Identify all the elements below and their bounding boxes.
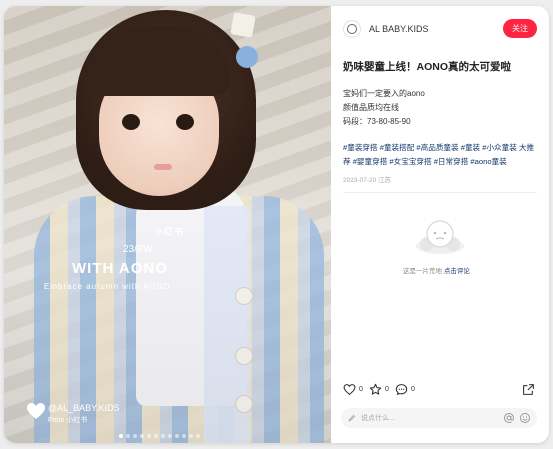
- share-icon: [523, 384, 534, 395]
- watermark-user: @AL_BABY.KIDS: [48, 403, 120, 413]
- post-date: 2023-07-20 江苏: [343, 177, 392, 184]
- overlay-season: 23/FW: [123, 244, 153, 255]
- post-title: 奶味婴童上线！AONO真的太可爱啦: [343, 61, 511, 73]
- star-icon: [369, 383, 382, 395]
- carousel-dot[interactable]: [119, 434, 123, 438]
- divider: [343, 192, 537, 193]
- author-info[interactable]: AL BABY.KIDS: [343, 20, 429, 38]
- carousel-dot[interactable]: [154, 434, 158, 438]
- carousel-dot[interactable]: [140, 434, 144, 438]
- overlay-subline: Embrace autumn with AONO: [44, 282, 171, 291]
- click-to-comment-link[interactable]: 点击评论: [444, 268, 470, 275]
- carousel-dot[interactable]: [133, 434, 137, 438]
- carousel-dot[interactable]: [147, 434, 151, 438]
- note-image[interactable]: 小红书 23/FW WITH AONO Embrace autumn with …: [4, 6, 331, 443]
- carousel-dot[interactable]: [161, 434, 165, 438]
- emoji-icon[interactable]: [519, 412, 531, 424]
- carousel-dot[interactable]: [175, 434, 179, 438]
- collect-count: 0: [385, 386, 389, 393]
- author-name[interactable]: AL BABY.KIDS: [369, 24, 429, 34]
- comment-input[interactable]: 说点什么...: [341, 408, 537, 428]
- empty-comments-text: 这是一片荒地 点击评论: [403, 265, 470, 275]
- mention-icon[interactable]: [503, 412, 515, 424]
- carousel-dot[interactable]: [196, 434, 200, 438]
- comment-icon: [395, 384, 408, 395]
- carousel-indicator[interactable]: [119, 434, 200, 438]
- engagement-bar: 0 0 0: [343, 383, 539, 399]
- xiaohongshu-logo-icon: [27, 403, 45, 419]
- share-button[interactable]: [522, 383, 535, 396]
- comment-count: 0: [411, 386, 415, 393]
- overlay-headline: WITH AONO: [72, 260, 168, 277]
- comment-button[interactable]: 0: [395, 383, 415, 396]
- empty-comments-icon: [416, 220, 464, 254]
- like-button[interactable]: 0: [343, 383, 363, 396]
- note-detail-panel: AL BABY.KIDS 关注 奶味婴童上线！AONO真的太可爱啦 宝妈们一定要…: [331, 6, 549, 443]
- post-body-line: 码段：73-80-85-90: [343, 117, 411, 126]
- carousel-dot[interactable]: [182, 434, 186, 438]
- carousel-dot[interactable]: [126, 434, 130, 438]
- post-body-line: 宝妈们一定要入的aono: [343, 89, 425, 98]
- collect-button[interactable]: 0: [369, 383, 389, 396]
- post-tags[interactable]: #童装穿搭 #童装搭配 #高品质童装 #童装 #小众童装 大推荐 #婴童穿搭 #…: [343, 141, 539, 169]
- note-card: 小红书 23/FW WITH AONO Embrace autumn with …: [4, 6, 549, 443]
- avatar[interactable]: [343, 20, 361, 38]
- pencil-icon: [348, 414, 356, 422]
- carousel-dot[interactable]: [168, 434, 172, 438]
- watermark-from: From 小红书: [48, 417, 88, 424]
- heart-icon: [343, 384, 356, 396]
- empty-comments-label: 这是一片荒地: [403, 268, 442, 275]
- follow-button[interactable]: 关注: [503, 19, 537, 38]
- overlay-brand: 小红书: [154, 227, 185, 237]
- carousel-dot[interactable]: [189, 434, 193, 438]
- like-count: 0: [359, 386, 363, 393]
- post-body-line: 颜值品质均在线: [343, 103, 399, 112]
- comment-placeholder: 说点什么...: [361, 415, 395, 422]
